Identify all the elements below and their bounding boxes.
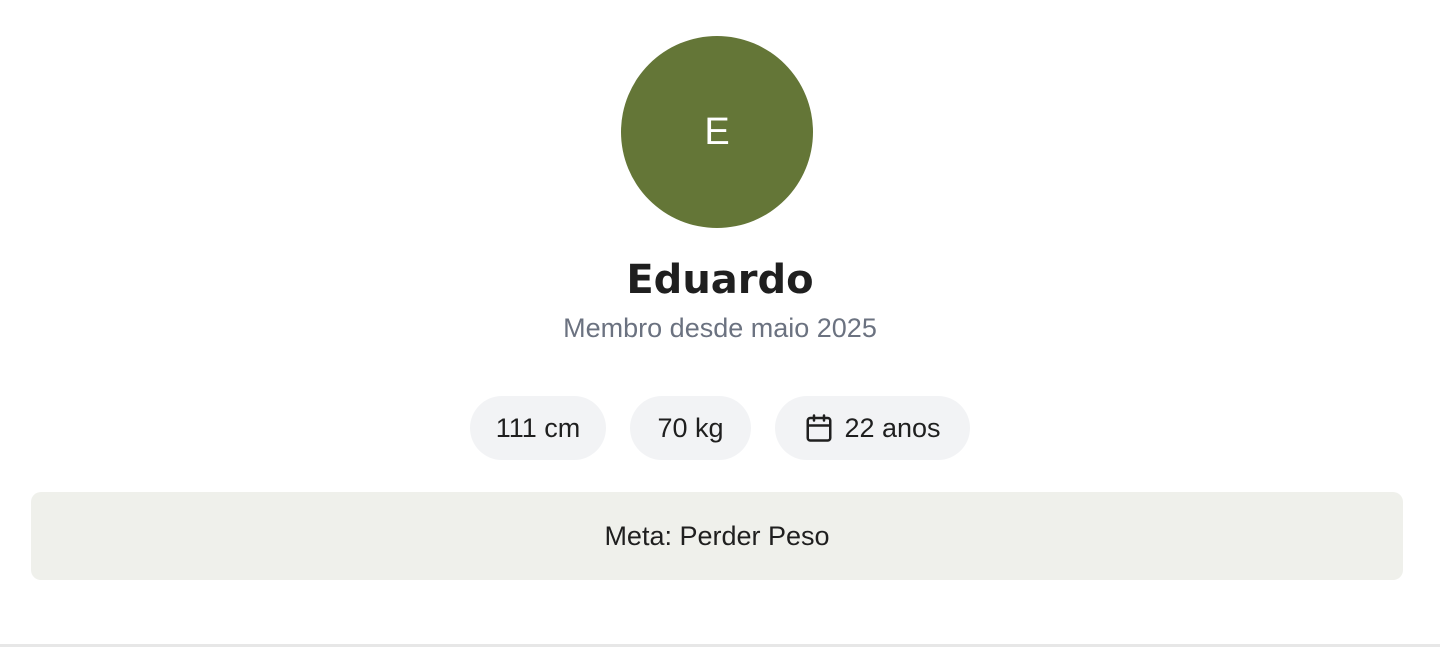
age-badge: 22 anos: [775, 396, 970, 460]
profile-name: Eduardo: [626, 257, 814, 303]
profile-page: E Eduardo Membro desde maio 2025 111 cm …: [0, 0, 1440, 648]
height-badge: 111 cm: [470, 396, 606, 460]
bottom-divider: [0, 644, 1440, 647]
age-value: 22 anos: [844, 412, 941, 443]
goal-card: Meta: Perder Peso: [31, 492, 1403, 580]
weight-value: 70 kg: [657, 412, 724, 443]
profile-stats: 111 cm 70 kg 22 anos: [0, 396, 1440, 460]
avatar-initial: E: [704, 111, 730, 153]
weight-badge: 70 kg: [630, 396, 751, 460]
member-since: Membro desde maio 2025: [563, 313, 877, 343]
avatar: E: [621, 36, 813, 228]
height-value: 111 cm: [495, 412, 581, 443]
calendar-icon: [804, 413, 834, 443]
goal-text: Meta: Perder Peso: [604, 520, 830, 551]
